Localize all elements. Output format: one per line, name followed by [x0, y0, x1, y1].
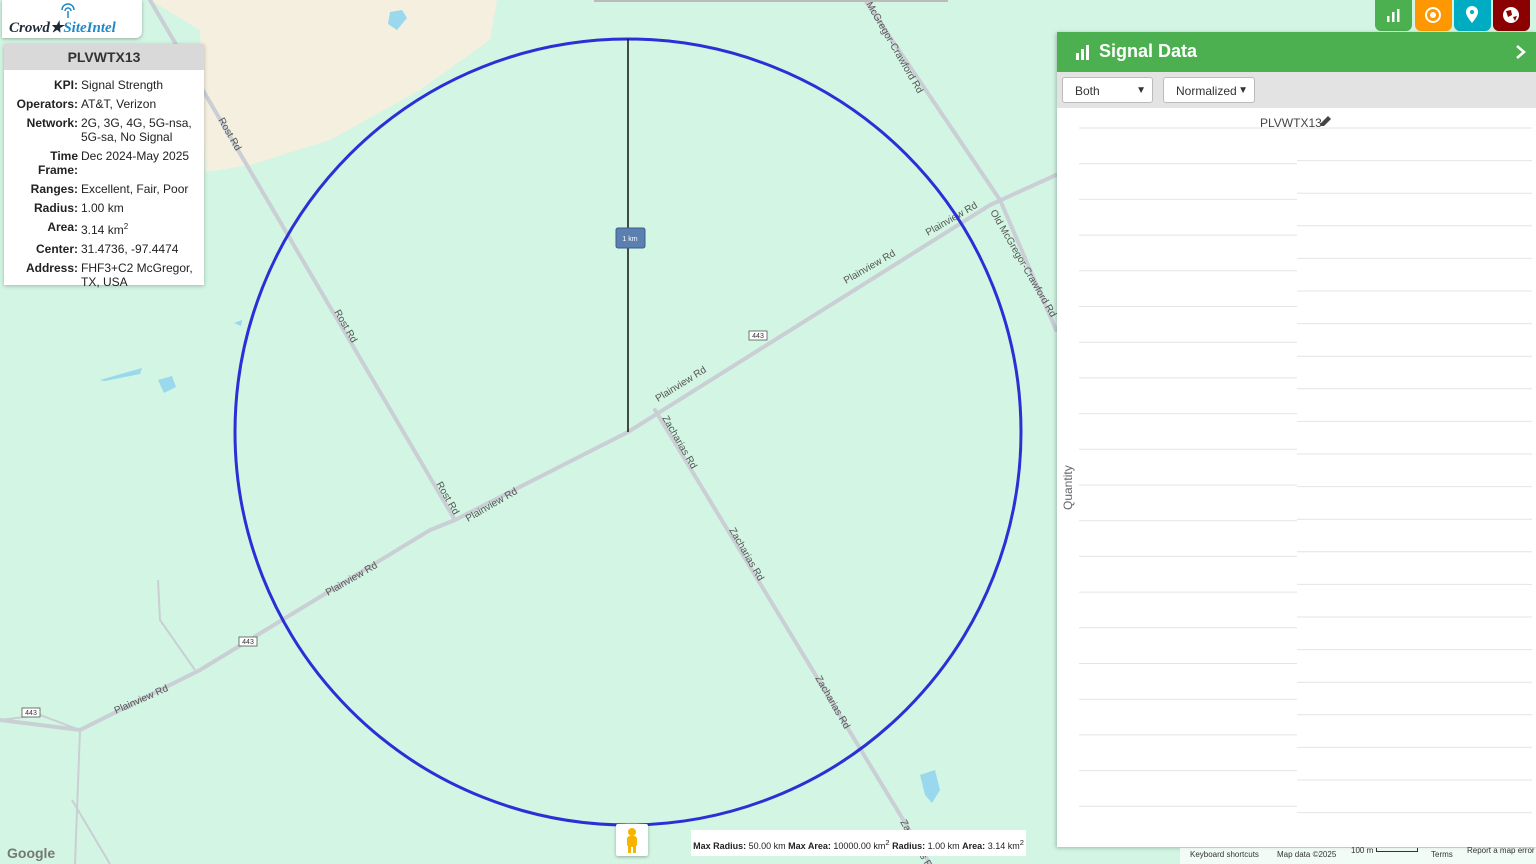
info-row: Area: 3.14 km2 — [8, 220, 200, 237]
radius-label: 1 km — [622, 236, 637, 243]
info-row: Network: 2G, 3G, 4G, 5G-nsa, 5G-sa, No Si… — [8, 116, 200, 144]
info-row-value: 31.4736, -97.4474 — [81, 242, 179, 256]
info-row-key: Area: — [47, 220, 78, 234]
info-row-value: 3.14 km2 — [81, 222, 129, 237]
info-row-key: Center: — [35, 242, 78, 256]
water-pond — [234, 320, 242, 326]
target-button[interactable] — [1415, 0, 1452, 31]
info-row: Time Frame: Dec 2024-May 2025 — [8, 149, 200, 177]
road-label: Rost Rd — [433, 480, 461, 517]
info-row-key: Ranges: — [30, 182, 78, 196]
info-row-value: 2G, 3G, 4G, 5G-nsa, 5G-sa, No Signal — [81, 116, 192, 144]
road-minor — [74, 729, 81, 864]
info-row-key: KPI: — [54, 78, 78, 92]
road-label: Plainview Rd — [464, 486, 520, 524]
road-label: Zacharias Rd — [659, 414, 698, 471]
globe-icon — [1503, 7, 1519, 23]
map-pin-icon — [1466, 6, 1478, 23]
google-logo: Google — [7, 845, 56, 861]
info-row: KPI: Signal Strength — [8, 78, 200, 92]
map-footer: Keyboard shortcuts Map data ©2025 100 m … — [1180, 846, 1536, 864]
info-row: Ranges: Excellent, Fair, Poor — [8, 182, 200, 196]
chart-grid — [1079, 127, 1532, 814]
road-label: Zacharias Rd — [726, 526, 765, 583]
logo[interactable]: Crowd★SiteIntel — [2, 0, 142, 38]
signal-wave-icon — [61, 3, 75, 18]
map-data-text: Map data ©2025 — [1277, 850, 1337, 859]
pegman-icon — [627, 828, 637, 853]
bar-chart-button[interactable] — [1375, 0, 1412, 31]
info-row-key: Time Frame: — [37, 149, 78, 177]
info-row: Radius: 1.00 km — [8, 201, 200, 215]
road-label: Plainview Rd — [113, 683, 170, 717]
site-info-panel: PLVWTX13 KPI: Signal Strength Operators: AT… — [4, 44, 204, 289]
info-row-value: Dec 2024-May 2025 — [81, 149, 190, 163]
scale-text: 100 m — [1351, 846, 1374, 855]
target-icon — [1425, 7, 1441, 23]
globe-button[interactable] — [1493, 0, 1530, 31]
bar-chart-icon — [1387, 9, 1400, 22]
info-row-key: Address: — [25, 261, 78, 275]
road-label: Plainview Rd — [924, 200, 980, 238]
info-rows: KPI: Signal Strength Operators: AT&T, Veriz… — [4, 70, 204, 289]
road-label: Rost Rd — [331, 308, 359, 345]
water-pond — [158, 376, 176, 393]
info-row: Operators: AT&T, Verizon — [8, 97, 200, 111]
terms-link[interactable]: Terms — [1431, 850, 1453, 859]
info-row-key: Network: — [26, 116, 78, 130]
road-label: Plainview Rd — [324, 560, 380, 598]
street-view-pegman[interactable] — [616, 824, 648, 856]
logo-text: Crowd★SiteIntel — [9, 20, 116, 36]
signal-data-panel: Signal Data Both ▼ Normalized ▼ PLVWTX13 Q… — [1057, 32, 1536, 847]
map-pin-button[interactable] — [1454, 0, 1491, 31]
info-row: Address: FHF3+C2 McGregor, TX, USA — [8, 261, 200, 289]
info-row-value: FHF3+C2 McGregor, TX, USA — [81, 261, 193, 289]
report-error-link[interactable]: Report a map error — [1467, 846, 1535, 855]
route-shield-label: 443 — [752, 333, 764, 340]
road-zacharias — [653, 408, 932, 864]
keyboard-shortcuts-link[interactable]: Keyboard shortcuts — [1190, 850, 1259, 859]
y-axis-label: Quantity — [1061, 465, 1075, 510]
route-shield-label: 443 — [25, 710, 37, 717]
road-label: McGregor-Crawford Rd — [863, 0, 924, 95]
road-minor — [157, 579, 196, 671]
top-edge-bar — [594, 0, 948, 2]
water-pond — [920, 770, 940, 803]
info-row-value: Excellent, Fair, Poor — [81, 182, 189, 196]
road-label: Zacharias Rd — [812, 674, 851, 731]
info-row-value: AT&T, Verizon — [81, 97, 157, 111]
info-row: Center: 31.4736, -97.4474 — [8, 242, 200, 256]
scale-bar — [1376, 848, 1418, 852]
info-row-key: Radius: — [33, 201, 78, 215]
road-minor — [71, 799, 111, 864]
road-plainview-sw — [0, 430, 630, 733]
info-row-key: Operators: — [16, 97, 78, 111]
route-shield-label: 443 — [242, 639, 254, 646]
site-title: PLVWTX13 — [4, 44, 204, 70]
radius-legend: Max Radius: 50.00 km Max Area: 10000.00 … — [691, 830, 1026, 856]
info-row-value: 1.00 km — [81, 201, 124, 215]
info-row-value: Signal Strength — [81, 78, 164, 92]
water-stream — [100, 368, 142, 381]
